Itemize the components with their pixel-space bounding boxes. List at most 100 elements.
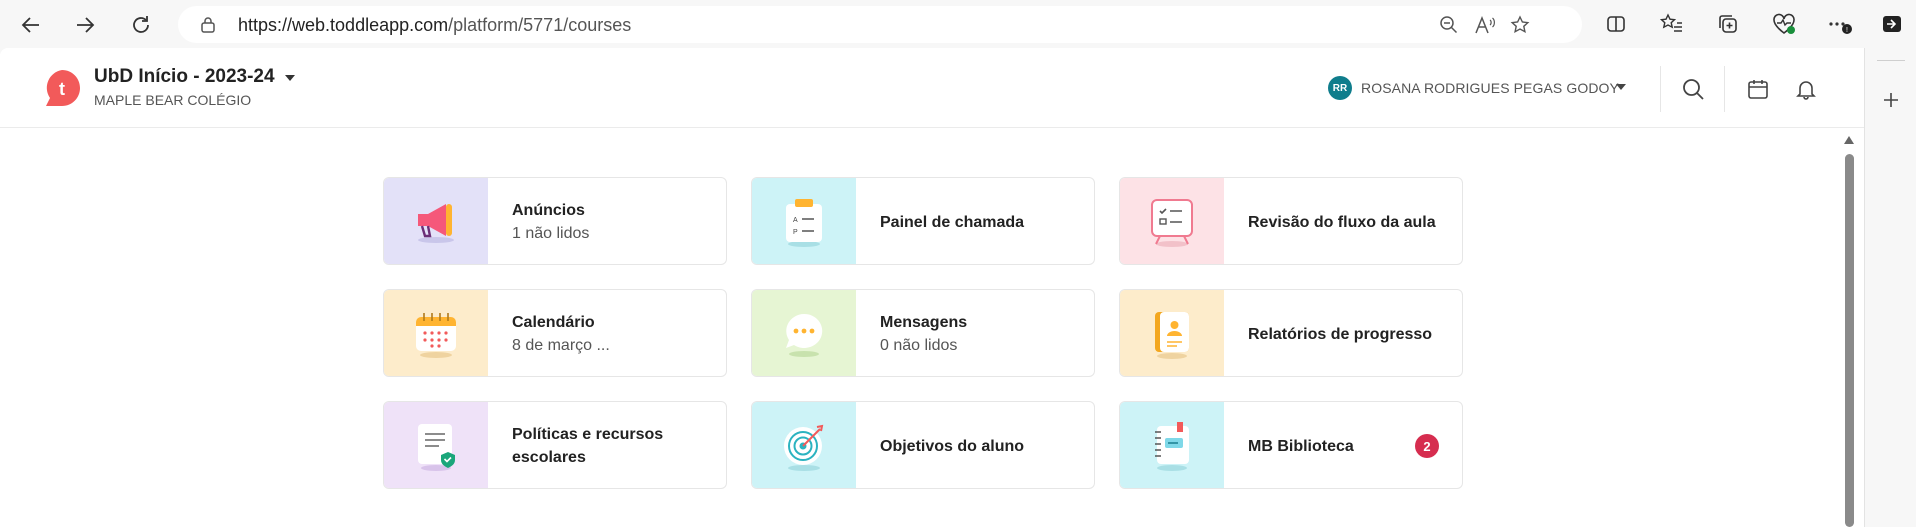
card-text: Políticas e recursos escolares: [512, 402, 702, 488]
favorites-button[interactable]: [1658, 10, 1686, 38]
card-relatorios-de-progresso[interactable]: Relatórios de progresso: [1119, 289, 1463, 377]
card-thumb: [752, 290, 856, 376]
card-calendario[interactable]: Calendário 8 de março ...: [383, 289, 727, 377]
notifications-button[interactable]: [1793, 76, 1819, 102]
card-text: Anúncios 1 não lidos: [512, 178, 590, 264]
card-text: Objetivos do aluno: [880, 402, 1025, 488]
chat-bubble-icon: [786, 313, 823, 357]
card-text: Mensagens 0 não lidos: [880, 290, 968, 376]
logo-letter: t: [59, 79, 65, 99]
card-subtitle: 0 não lidos: [880, 337, 958, 354]
card-objetivos-do-aluno[interactable]: Objetivos do aluno: [751, 401, 1095, 489]
scrollbar-thumb[interactable]: [1845, 154, 1854, 527]
card-politicas-recursos[interactable]: Políticas e recursos escolares: [383, 401, 727, 489]
calendar-button[interactable]: [1745, 76, 1771, 102]
heart-pulse-icon: [1773, 13, 1795, 34]
card-title: MB Biblioteca: [1248, 437, 1354, 455]
sidebar-divider: [1877, 60, 1905, 61]
calendar-icon: [416, 313, 456, 358]
refresh-icon: [133, 16, 149, 33]
chevron-down-icon[interactable]: [1615, 83, 1627, 91]
collections-button[interactable]: [1714, 10, 1742, 38]
card-thumb: [384, 402, 488, 488]
card-painel-de-chamada[interactable]: AP Painel de chamada: [751, 177, 1095, 265]
policy-document-icon: [418, 424, 455, 471]
user-name[interactable]: ROSANA RODRIGUES PEGAS GODOY: [1361, 80, 1619, 96]
zoom-button[interactable]: [1438, 14, 1460, 36]
card-title: Mensagens: [880, 314, 968, 331]
school-name: MAPLE BEAR COLÉGIO: [94, 92, 252, 108]
page-title[interactable]: UbD Início - 2023-24: [94, 66, 275, 88]
target-icon: [784, 424, 824, 471]
card-text: Painel de chamada: [880, 178, 1025, 264]
forward-button[interactable]: [68, 8, 102, 42]
back-button[interactable]: [14, 8, 48, 42]
card-text: Relatórios de progresso: [1248, 290, 1433, 376]
chevron-down-icon[interactable]: [284, 74, 296, 82]
split-screen-icon: [1607, 16, 1625, 32]
card-title: Políticas e recursos escolares: [512, 426, 664, 466]
card-text: MB Biblioteca: [1248, 402, 1354, 488]
card-title: Relatórios de progresso: [1248, 325, 1433, 343]
favorite-button[interactable]: [1509, 14, 1531, 36]
card-subtitle: 8 de março ...: [512, 337, 610, 354]
browser-toolbar: https://web.toddleapp.com/platform/5771/…: [0, 0, 1916, 48]
more-dots-icon: !: [1829, 22, 1852, 34]
url-path: /platform/5771/courses: [448, 15, 632, 35]
search-button[interactable]: [1680, 76, 1706, 102]
header-divider: [1724, 66, 1725, 112]
more-button[interactable]: !: [1826, 10, 1854, 38]
svg-text:P: P: [793, 229, 798, 236]
card-thumb: [752, 402, 856, 488]
unread-badge: 2: [1415, 434, 1439, 458]
search-icon: [1683, 79, 1704, 100]
card-anuncios[interactable]: Anúncios 1 não lidos: [383, 177, 727, 265]
arrow-left-icon: [21, 17, 39, 33]
bell-icon: [1796, 81, 1816, 100]
split-screen-button[interactable]: [1602, 10, 1630, 38]
card-mb-biblioteca[interactable]: MB Biblioteca 2: [1119, 401, 1463, 489]
page-content: t UbD Início - 2023-24 MAPLE BEAR COLÉGI…: [0, 48, 1864, 527]
card-thumb: AP: [752, 178, 856, 264]
checklist-board-icon: [1151, 199, 1193, 247]
toddle-logo[interactable]: t: [42, 68, 82, 108]
header-divider: [1660, 66, 1661, 112]
lock-icon: [201, 17, 215, 33]
card-title: Calendário: [512, 314, 595, 331]
card-text: Revisão do fluxo da aula: [1248, 178, 1436, 264]
edge-sidebar: [1864, 48, 1916, 527]
card-title: Revisão do fluxo da aula: [1248, 213, 1436, 231]
zoom-out-icon: [1440, 16, 1458, 34]
add-sidebar-app-button[interactable]: [1879, 88, 1903, 112]
card-thumb: [384, 178, 488, 264]
svg-text:!: !: [1846, 27, 1848, 34]
card-subtitle: 1 não lidos: [512, 225, 590, 242]
star-icon: [1510, 15, 1530, 34]
card-thumb: [384, 290, 488, 376]
notebook-icon: [1155, 422, 1189, 471]
address-bar[interactable]: https://web.toddleapp.com/platform/5771/…: [178, 6, 1582, 43]
favorites-list-icon: [1660, 13, 1682, 32]
calendar-icon: [1748, 80, 1768, 99]
sidebar-toggle-button[interactable]: [1878, 10, 1906, 38]
refresh-button[interactable]: [124, 8, 158, 42]
url-host: https://web.toddleapp.com: [238, 15, 449, 35]
card-revisao-fluxo-aula[interactable]: Revisão do fluxo da aula: [1119, 177, 1463, 265]
card-thumb: [1120, 178, 1224, 264]
read-aloud-button[interactable]: [1474, 14, 1496, 36]
arrow-right-icon: [77, 17, 95, 33]
browser-essentials-button[interactable]: [1770, 10, 1798, 38]
avatar[interactable]: RR: [1328, 76, 1352, 100]
card-title: Objetivos do aluno: [880, 437, 1025, 455]
svg-text:A: A: [793, 217, 798, 224]
url-text[interactable]: https://web.toddleapp.com/platform/5771/…: [238, 15, 631, 36]
card-mensagens[interactable]: Mensagens 0 não lidos: [751, 289, 1095, 377]
collections-icon: [1719, 15, 1737, 33]
scroll-up-arrow-icon[interactable]: [1844, 136, 1854, 144]
scrollbar[interactable]: [1842, 136, 1856, 527]
megaphone-icon: [418, 204, 454, 243]
plus-icon: [1884, 93, 1898, 107]
sidebar-exit-icon: [1883, 16, 1901, 32]
card-title: Painel de chamada: [880, 213, 1025, 231]
card-thumb: [1120, 402, 1224, 488]
